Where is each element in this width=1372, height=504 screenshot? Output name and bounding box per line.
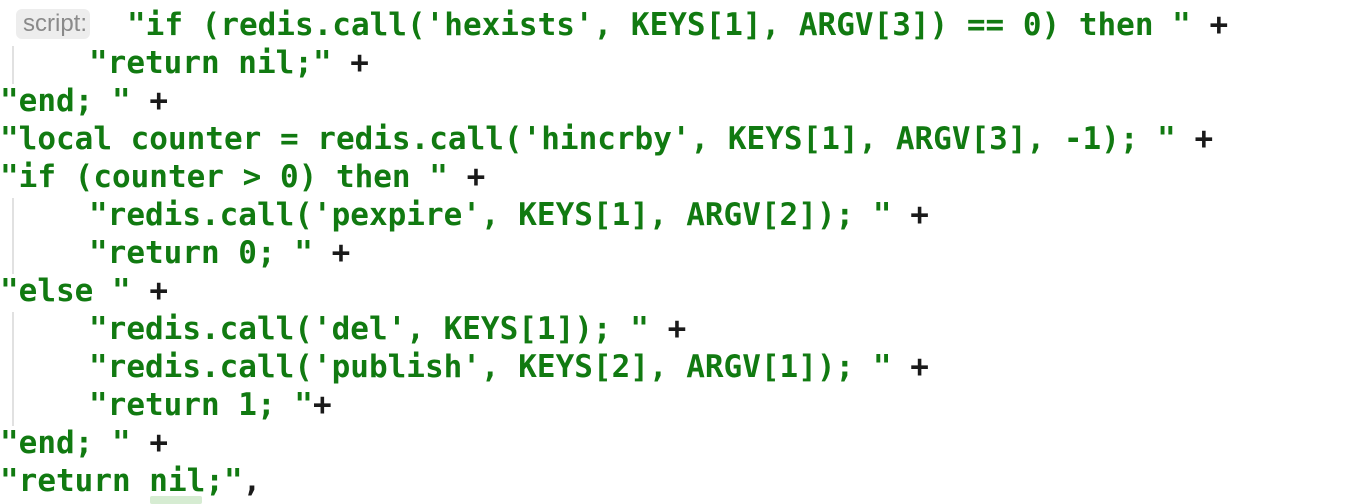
concat-operator: +	[891, 197, 929, 233]
string-literal: "redis.call('del', KEYS[1]); "	[89, 311, 649, 347]
indent-guide	[12, 46, 14, 84]
string-literal: "if (counter > 0) then "	[0, 159, 448, 195]
code-line[interactable]: "end; " +	[0, 424, 168, 462]
indent-guide	[12, 198, 14, 274]
concat-operator: +	[130, 273, 168, 309]
string-literal: "end; "	[0, 83, 131, 119]
string-literal: "return nil;"	[89, 45, 332, 81]
concat-operator: +	[312, 235, 351, 271]
code-line[interactable]: "else " +	[0, 272, 168, 310]
code-line[interactable]: "redis.call('del', KEYS[1]); " +	[89, 310, 686, 348]
concat-operator: +	[331, 45, 369, 81]
string-literal: "redis.call('pexpire', KEYS[1], ARGV[2])…	[89, 197, 892, 233]
concat-operator: +	[447, 159, 486, 195]
indent-guide	[12, 312, 14, 426]
concat-operator: +	[1190, 7, 1229, 43]
code-line[interactable]: "return 0; " +	[89, 234, 350, 272]
concat-operator: +	[130, 83, 168, 119]
concat-operator: +	[891, 349, 929, 385]
concat-operator: +	[312, 387, 332, 423]
concat-operator: +	[1175, 121, 1214, 157]
string-literal: "return 0; "	[89, 235, 313, 271]
string-literal: "local counter = redis.call('hincrby', K…	[0, 121, 1176, 157]
code-line[interactable]: "if (counter > 0) then " +	[0, 158, 485, 196]
string-literal: "redis.call('publish', KEYS[2], ARGV[1])…	[89, 349, 892, 385]
code-line[interactable]: "return nil;" +	[89, 44, 369, 82]
code-line[interactable]: "return 1; "+	[89, 386, 332, 424]
concat-operator: +	[648, 311, 687, 347]
code-line[interactable]: "local counter = redis.call('hincrby', K…	[0, 120, 1213, 158]
string-literal: "return nil;"	[0, 463, 243, 499]
code-line[interactable]: "return nil;",	[0, 462, 261, 500]
concat-operator: ,	[242, 463, 262, 499]
code-line[interactable]: "end; " +	[0, 82, 168, 120]
string-literal: "return 1; "	[89, 387, 313, 423]
string-literal: "if (redis.call('hexists', KEYS[1], ARGV…	[127, 7, 1191, 43]
concat-operator: +	[130, 425, 168, 461]
parameter-name-hint: script:	[16, 9, 91, 39]
code-line[interactable]: "redis.call('pexpire', KEYS[1], ARGV[2])…	[89, 196, 929, 234]
code-line[interactable]: "if (redis.call('hexists', KEYS[1], ARGV…	[127, 6, 1228, 44]
string-literal: "end; "	[0, 425, 131, 461]
code-line[interactable]: "redis.call('publish', KEYS[2], ARGV[1])…	[89, 348, 929, 386]
string-literal: "else "	[0, 273, 131, 309]
code-editor[interactable]: "if (redis.call('hexists', KEYS[1], ARGV…	[0, 0, 1372, 504]
